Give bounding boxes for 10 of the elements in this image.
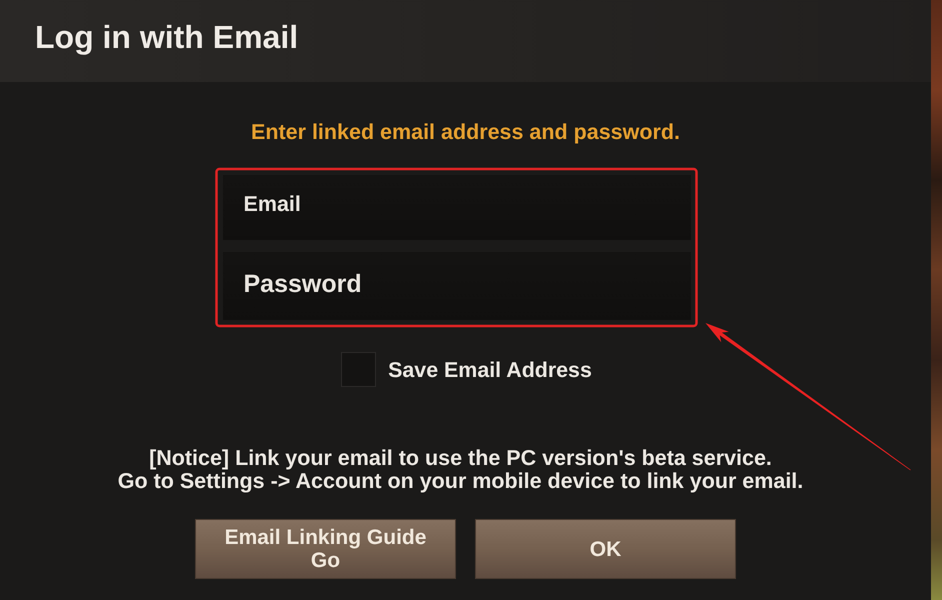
notice-text: Go to Settings -> Account on your mobile device to link your email. xyxy=(118,470,804,493)
password-field[interactable]: Password xyxy=(222,252,690,320)
save-email-checkbox[interactable] xyxy=(341,352,376,387)
email-field[interactable]: Email xyxy=(222,175,690,240)
ok-button[interactable]: OK xyxy=(475,519,736,579)
guide-button[interactable]: Email Linking Guide Go xyxy=(195,519,456,579)
instruction-text: Enter linked email address and password. xyxy=(251,119,680,145)
dialog-title: Log in with Email xyxy=(35,18,298,56)
checkbox-label: Save Email Address xyxy=(388,356,592,382)
notice-text: [Notice] Link your email to use the PC version's beta service. xyxy=(149,447,772,470)
